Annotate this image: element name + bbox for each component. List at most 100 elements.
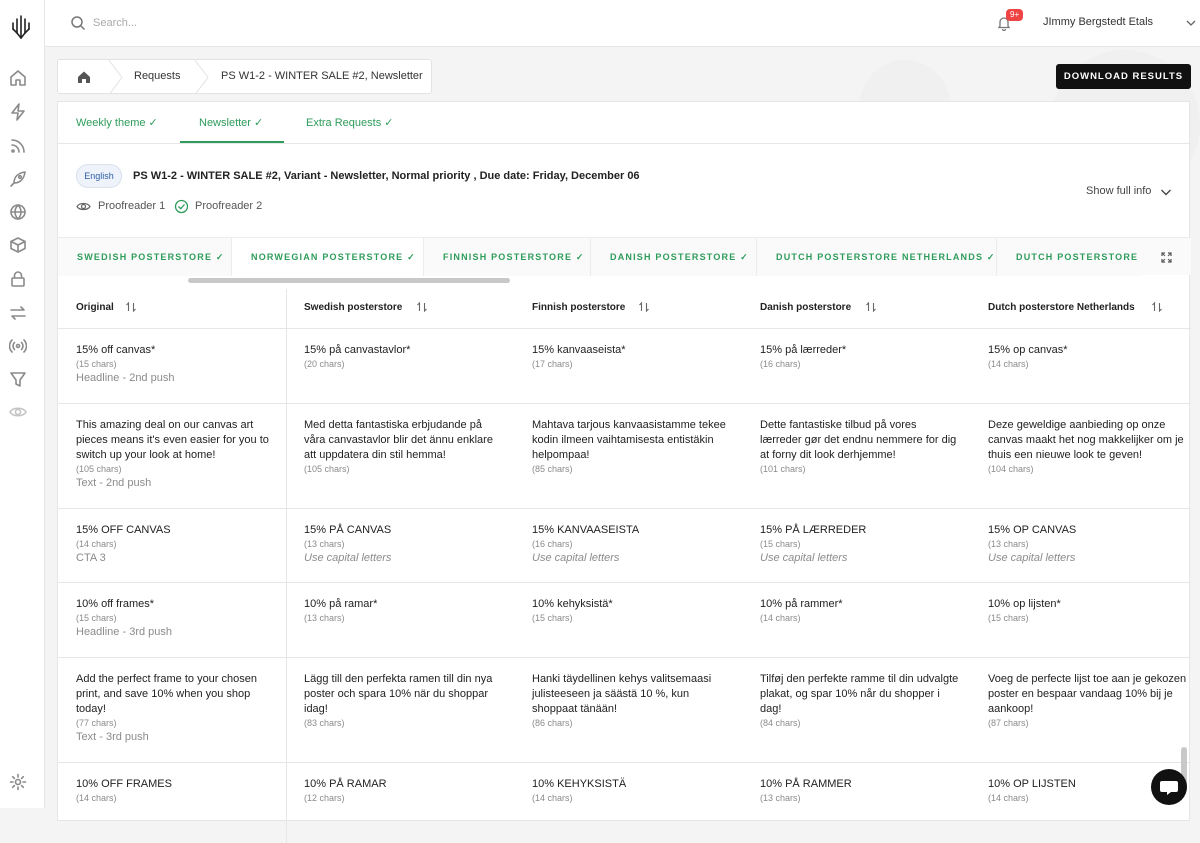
cell-text: 15% PÅ LÆRREDER xyxy=(760,524,867,536)
search-input[interactable] xyxy=(93,12,393,34)
chevron-down-icon[interactable] xyxy=(1186,18,1196,28)
cell-danish[interactable]: 15% PÅ LÆRREDER (15 chars) Use capital let… xyxy=(760,523,960,564)
rocket-icon[interactable] xyxy=(9,170,27,188)
rss-icon[interactable] xyxy=(9,137,27,155)
store-tab-dutch-netherlands[interactable]: DUTCH POSTERSTORE NETHERLANDS ✓ xyxy=(757,238,997,276)
cell-finnish[interactable]: 10% kehyksistä* (15 chars) xyxy=(532,597,732,623)
cell-text: 15% KANVAASEISTA xyxy=(532,524,640,536)
tab-weekly-theme[interactable]: Weekly theme ✓ xyxy=(76,116,158,129)
eye-icon[interactable] xyxy=(9,403,27,421)
cell-swedish[interactable]: 10% på ramar* (13 chars) xyxy=(304,597,504,623)
transfer-icon[interactable] xyxy=(9,304,27,322)
sort-icon[interactable] xyxy=(638,301,650,313)
cell-swedish[interactable]: 15% på canvastavlor* (20 chars) xyxy=(304,343,504,369)
user-menu[interactable]: JImmy Bergstedt Etals xyxy=(1043,16,1153,28)
char-count: (16 chars) xyxy=(532,539,573,549)
column-divider xyxy=(286,763,287,843)
tab-extra-requests[interactable]: Extra Requests ✓ xyxy=(306,116,393,129)
cell-danish[interactable]: Tilføj den perfekte ramme til din udvalg… xyxy=(760,672,960,728)
cube-icon[interactable] xyxy=(9,236,27,254)
search-icon xyxy=(71,16,86,31)
cell-swedish[interactable]: 10% PÅ RAMAR (12 chars) xyxy=(304,777,504,803)
request-card: Weekly theme ✓ Newsletter ✓ Extra Reques… xyxy=(57,101,1191,843)
broadcast-icon[interactable] xyxy=(8,337,28,355)
char-count: (15 chars) xyxy=(988,613,1029,623)
char-count: (15 chars) xyxy=(532,613,573,623)
store-tab-norwegian[interactable]: NORWEGIAN POSTERSTORE ✓ xyxy=(232,238,424,276)
sort-icon[interactable] xyxy=(1151,301,1163,313)
column-divider xyxy=(286,329,287,404)
breadcrumb-separator xyxy=(108,60,123,93)
cell-dutch-netherlands[interactable]: Deze geweldige aanbieding op onze canvas… xyxy=(988,418,1188,474)
horizontal-scrollbar[interactable] xyxy=(188,278,510,283)
cell-finnish[interactable]: Mahtava tarjous kanvaasistamme tekee kod… xyxy=(532,418,732,474)
copy-type-label: Headline - 2nd push xyxy=(76,372,175,384)
globe-icon[interactable] xyxy=(9,203,27,221)
column-header-original[interactable]: Original xyxy=(76,302,114,313)
table-row: This amazing deal on our canvas art piec… xyxy=(58,404,1191,509)
char-count: (14 chars) xyxy=(76,793,117,803)
logo-tree-icon[interactable] xyxy=(9,12,33,40)
cell-danish[interactable]: Dette fantastiske tilbud på vores lærred… xyxy=(760,418,960,474)
column-header-finnish[interactable]: Finnish posterstore xyxy=(532,302,625,313)
sort-icon[interactable] xyxy=(865,301,877,313)
settings-icon[interactable] xyxy=(9,773,27,791)
cell-text: Voeg de perfecte lijst toe aan je gekoze… xyxy=(988,673,1187,715)
cell-danish[interactable]: 10% PÅ RAMMER (13 chars) xyxy=(760,777,960,803)
tab-newsletter[interactable]: Newsletter ✓ xyxy=(199,116,263,129)
column-header-swedish[interactable]: Swedish posterstore xyxy=(304,302,402,313)
home-icon[interactable] xyxy=(9,69,27,87)
cell-text: 15% kanvaaseista* xyxy=(532,344,626,356)
column-header-dutch-netherlands[interactable]: Dutch posterstore Netherlands xyxy=(988,302,1135,313)
cell-dutch-netherlands[interactable]: 15% OP CANVAS (13 chars) Use capital lette… xyxy=(988,523,1188,564)
chevron-down-icon[interactable] xyxy=(1160,186,1172,198)
cell-finnish[interactable]: 10% KEHYKSISTÄ (14 chars) xyxy=(532,777,732,803)
cell-text: 10% off frames* xyxy=(76,598,155,610)
cell-finnish[interactable]: Hanki täydellinen kehys valitsemaasi jul… xyxy=(532,672,732,728)
cell-text: 15% op canvas* xyxy=(988,344,1068,356)
cell-danish[interactable]: 10% på rammer* (14 chars) xyxy=(760,597,960,623)
translation-hint: Use capital letters xyxy=(532,552,620,564)
cell-finnish[interactable]: 15% KANVAASEISTA (16 chars) Use capital le… xyxy=(532,523,732,564)
cell-swedish[interactable]: 15% PÅ CANVAS (13 chars) Use capital lette… xyxy=(304,523,504,564)
cell-text: Mahtava tarjous kanvaasistamme tekee kod… xyxy=(532,419,726,461)
cell-text: Dette fantastiske tilbud på vores lærred… xyxy=(760,419,957,461)
bolt-icon[interactable] xyxy=(9,103,27,121)
home-icon[interactable] xyxy=(76,69,92,85)
store-tab-swedish[interactable]: SWEDISH POSTERSTORE ✓ xyxy=(58,238,232,276)
cell-dutch-netherlands[interactable]: Voeg de perfecte lijst toe aan je gekoze… xyxy=(988,672,1188,728)
cell-finnish[interactable]: 15% kanvaaseista* (17 chars) xyxy=(532,343,732,369)
cell-danish[interactable]: 15% på lærreder* (16 chars) xyxy=(760,343,960,369)
sort-icon[interactable] xyxy=(416,301,428,313)
show-full-info-button[interactable]: Show full info xyxy=(1086,185,1151,197)
chat-button[interactable] xyxy=(1151,769,1187,805)
cell-swedish[interactable]: Lägg till den perfekta ramen till din ny… xyxy=(304,672,504,728)
cell-dutch-netherlands[interactable]: 10% op lijsten* (15 chars) xyxy=(988,597,1188,623)
cell-dutch-netherlands[interactable]: 15% op canvas* (14 chars) xyxy=(988,343,1188,369)
breadcrumb-current: PS W1-2 - WINTER SALE #2, Newsletter xyxy=(221,70,423,82)
translation-hint: Use capital letters xyxy=(988,552,1076,564)
cell-swedish[interactable]: Med detta fantastiska erbjudande på våra… xyxy=(304,418,504,474)
store-tabs: SWEDISH POSTERSTORE ✓ NORWEGIAN POSTERST… xyxy=(58,237,1191,276)
char-count: (85 chars) xyxy=(532,464,573,474)
column-header-danish[interactable]: Danish posterstore xyxy=(760,302,851,313)
cell-text: Med detta fantastiska erbjudande på våra… xyxy=(304,419,493,461)
breadcrumb-requests[interactable]: Requests xyxy=(134,70,180,82)
store-tab-danish[interactable]: DANISH POSTERSTORE ✓ xyxy=(591,238,757,276)
download-results-button[interactable]: DOWNLOAD RESULTS xyxy=(1056,64,1191,89)
column-divider xyxy=(286,404,287,509)
char-count: (15 chars) xyxy=(760,539,801,549)
translation-hint: Use capital letters xyxy=(760,552,848,564)
store-tab-dutch-belgium[interactable]: DUTCH POSTERSTORE BE xyxy=(997,238,1141,276)
lock-icon[interactable] xyxy=(9,270,27,288)
cell-original: 10% OFF FRAMES (14 chars) xyxy=(76,777,276,803)
proofreader-2: Proofreader 2 xyxy=(195,200,263,212)
filter-icon[interactable] xyxy=(9,370,27,388)
char-count: (87 chars) xyxy=(988,718,1029,728)
cell-text: Lägg till den perfekta ramen till din ny… xyxy=(304,673,493,715)
store-tab-finnish[interactable]: FINNISH POSTERSTORE ✓ xyxy=(424,238,591,276)
expand-icon[interactable] xyxy=(1161,252,1172,263)
char-count: (12 chars) xyxy=(304,793,345,803)
sort-icon[interactable] xyxy=(125,301,137,313)
char-count: (13 chars) xyxy=(304,539,345,549)
